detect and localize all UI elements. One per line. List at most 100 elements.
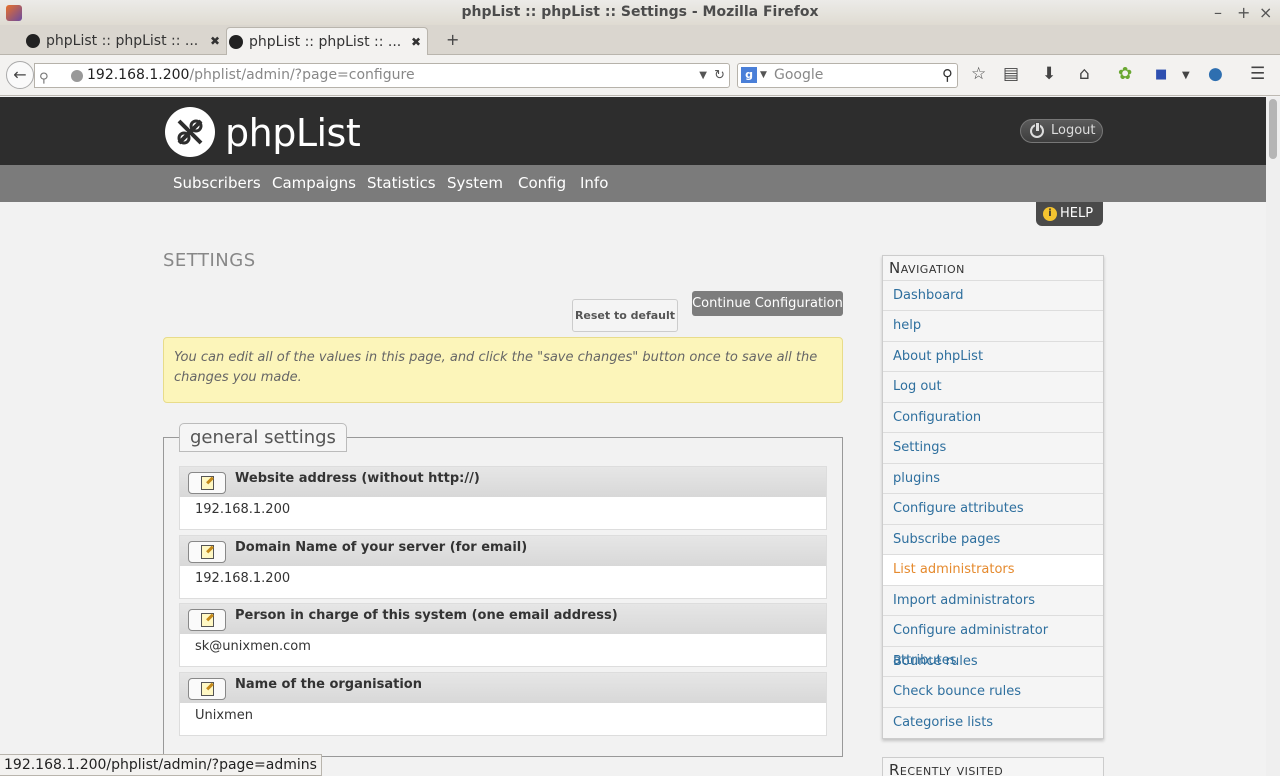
nav-categorise-lists[interactable]: Categorise lists	[883, 707, 1103, 738]
download-icon[interactable]: ⬇	[1042, 64, 1056, 84]
phplist-favicon-icon	[26, 34, 40, 48]
back-button[interactable]: ←	[6, 61, 34, 89]
close-tab-icon[interactable]: ✖	[411, 28, 421, 55]
search-bar[interactable]: g ▼ Google ⚲	[737, 63, 958, 88]
nav-plugins[interactable]: plugins	[883, 463, 1103, 494]
setting-label: Website address (without http://)	[235, 471, 480, 486]
setting-header: Name of the organisation	[180, 673, 826, 703]
info-message: You can edit all of the values in this p…	[163, 337, 843, 403]
menu-config[interactable]: Config	[518, 165, 566, 202]
edit-button[interactable]	[188, 609, 226, 631]
phplist-logo-icon[interactable]	[165, 107, 215, 157]
bookmark-star-icon[interactable]: ☆	[971, 64, 986, 84]
edit-icon	[201, 476, 214, 490]
leaf-addon-icon[interactable]: ✿	[1118, 64, 1132, 84]
new-tab-icon[interactable]: +	[446, 30, 459, 49]
setting-label: Person in charge of this system (one ema…	[235, 608, 618, 623]
edit-icon	[201, 682, 214, 696]
nav-settings[interactable]: Settings	[883, 432, 1103, 463]
page-title: SETTINGS	[163, 250, 256, 271]
reset-to-default-button[interactable]: Reset to default	[572, 299, 678, 332]
nav-configuration[interactable]: Configuration	[883, 402, 1103, 433]
logo-text[interactable]: phpList	[225, 111, 361, 155]
tab-label: phpList :: phpList :: ...	[249, 34, 402, 50]
tab-label: phpList :: phpList :: ...	[46, 33, 199, 49]
firefox-icon	[6, 5, 22, 21]
nav-about-phplist[interactable]: About phpList	[883, 341, 1103, 372]
scrollbar-thumb[interactable]	[1269, 99, 1277, 159]
home-icon[interactable]: ⌂	[1079, 64, 1090, 84]
section-legend: general settings	[179, 423, 347, 452]
setting-header: Person in charge of this system (one ema…	[180, 604, 826, 634]
close-tab-icon[interactable]: ✖	[210, 27, 220, 55]
edit-button[interactable]	[188, 541, 226, 563]
browser-tab-1[interactable]: phpList :: phpList :: ... ✖	[24, 27, 226, 55]
phplist-favicon-icon	[229, 35, 243, 49]
minimize-icon[interactable]: –	[1214, 0, 1222, 25]
edit-icon	[201, 545, 214, 559]
setting-value: sk@unixmen.com	[195, 639, 311, 654]
menu-statistics[interactable]: Statistics	[367, 165, 436, 202]
setting-header: Domain Name of your server (for email)	[180, 536, 826, 566]
menu-subscribers[interactable]: Subscribers	[173, 165, 261, 202]
nav-list-administrators[interactable]: List administrators	[883, 554, 1103, 585]
nav-configure-attributes[interactable]: Configure attributes	[883, 493, 1103, 524]
url-bar[interactable]: ⚲ 192.168.1.200/phplist/admin/?page=conf…	[34, 63, 730, 88]
edit-button[interactable]	[188, 678, 226, 700]
bookmarks-list-icon[interactable]: ▤	[1003, 64, 1019, 84]
recently-visited-title: Recently visited	[889, 761, 1004, 776]
nav-bounce-rules[interactable]: Bounce rules	[883, 646, 1103, 677]
url-host: 192.168.1.200	[87, 67, 190, 83]
url-dropdown-icon[interactable]: ▼	[699, 64, 707, 87]
maximize-icon[interactable]: +	[1237, 0, 1250, 25]
nav-dashboard[interactable]: Dashboard	[883, 280, 1103, 311]
help-button[interactable]: i HELP	[1036, 202, 1103, 226]
nav-subscribe-pages[interactable]: Subscribe pages	[883, 524, 1103, 555]
globe-icon	[71, 70, 83, 82]
nav-configure-administrator-attributes[interactable]: Configure administrator attributes	[883, 615, 1103, 668]
search-placeholder: Google	[774, 67, 824, 83]
browser-tab-2[interactable]: phpList :: phpList :: ... ✖	[226, 27, 428, 55]
addon-dropdown-icon[interactable]: ▼	[1182, 70, 1190, 81]
navigation-panel: Navigation Dashboard help About phpList …	[882, 255, 1104, 739]
nav-help[interactable]: help	[883, 310, 1103, 341]
menu-info[interactable]: Info	[580, 165, 608, 202]
window-title: phpList :: phpList :: Settings - Mozilla…	[461, 4, 819, 20]
page-scrollbar[interactable]	[1266, 97, 1280, 776]
setting-value: Unixmen	[195, 708, 253, 723]
edit-icon	[201, 613, 214, 627]
reload-icon[interactable]: ↻	[714, 64, 725, 87]
setting-label: Name of the organisation	[235, 677, 422, 692]
power-icon	[1030, 122, 1044, 138]
sync-addon-icon[interactable]: ●	[1208, 64, 1223, 84]
setting-header: Website address (without http://)	[180, 467, 826, 497]
edit-button[interactable]	[188, 472, 226, 494]
help-label: HELP	[1060, 206, 1094, 221]
menu-campaigns[interactable]: Campaigns	[272, 165, 356, 202]
main-menu: Subscribers Campaigns Statistics System …	[0, 165, 1266, 202]
info-icon: i	[1043, 207, 1057, 221]
setting-value: 192.168.1.200	[195, 502, 291, 517]
phplist-header: phpList Logout	[0, 97, 1266, 165]
menu-system[interactable]: System	[447, 165, 503, 202]
google-icon: g	[741, 67, 757, 83]
recently-visited-panel: Recently visited	[882, 757, 1104, 776]
search-engine-dropdown-icon[interactable]: ▼	[760, 64, 767, 87]
logout-button[interactable]: Logout	[1020, 119, 1103, 143]
search-icon[interactable]: ⚲	[942, 64, 953, 87]
window-titlebar: phpList :: phpList :: Settings - Mozilla…	[0, 0, 1280, 25]
setting-website-address: Website address (without http://) 192.16…	[179, 466, 827, 530]
setting-domain-name: Domain Name of your server (for email) 1…	[179, 535, 827, 599]
logout-label: Logout	[1051, 123, 1096, 138]
tab-bar: phpList :: phpList :: ... ✖ phpList :: p…	[0, 25, 1280, 55]
continue-configuration-button[interactable]: Continue Configuration	[692, 291, 843, 316]
abe-addon-icon[interactable]: ■	[1155, 67, 1167, 82]
navigation-title: Navigation	[889, 259, 965, 277]
setting-organisation-name: Name of the organisation Unixmen	[179, 672, 827, 736]
nav-import-administrators[interactable]: Import administrators	[883, 585, 1103, 616]
menu-icon[interactable]: ☰	[1250, 64, 1265, 84]
nav-log-out[interactable]: Log out	[883, 371, 1103, 402]
nav-check-bounce-rules[interactable]: Check bounce rules	[883, 676, 1103, 707]
setting-label: Domain Name of your server (for email)	[235, 540, 528, 555]
close-window-icon[interactable]: ×	[1259, 0, 1272, 25]
